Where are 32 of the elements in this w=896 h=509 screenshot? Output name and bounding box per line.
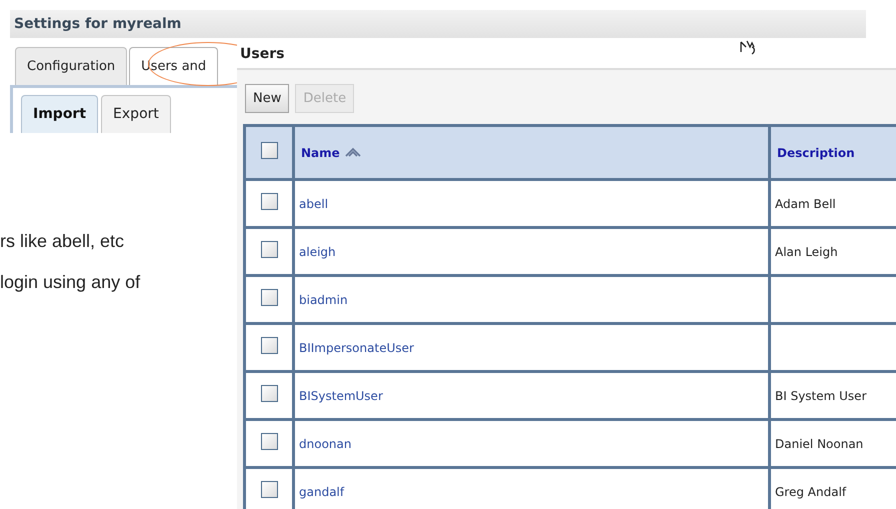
table-cell: Alan Leigh bbox=[775, 244, 838, 258]
checkbox[interactable] bbox=[260, 480, 278, 498]
checkbox[interactable] bbox=[260, 142, 278, 158]
checkbox[interactable] bbox=[260, 240, 278, 258]
body-text: rs like abell, etc bbox=[0, 230, 124, 253]
tab[interactable]: Configuration bbox=[15, 47, 128, 85]
user-link[interactable]: BIImpersonateUser bbox=[299, 340, 414, 354]
settings-title: Settings for myrealm bbox=[10, 10, 866, 38]
toolbar-button[interactable]: New bbox=[245, 84, 290, 113]
user-link[interactable]: aleigh bbox=[299, 244, 336, 258]
user-link[interactable]: biadmin bbox=[299, 292, 348, 306]
panel-title: Users bbox=[240, 44, 284, 64]
table-cell: Greg Andalf bbox=[775, 484, 846, 498]
user-link[interactable]: dnoonan bbox=[299, 436, 352, 450]
cursor-icon bbox=[740, 40, 758, 56]
checkbox[interactable] bbox=[260, 288, 278, 306]
user-link[interactable]: gandalf bbox=[299, 484, 344, 498]
table-cell: Adam Bell bbox=[775, 196, 836, 210]
column-header[interactable]: Description bbox=[777, 146, 855, 160]
checkbox[interactable] bbox=[260, 336, 278, 354]
subtab[interactable]: Export bbox=[101, 95, 171, 133]
sort-ascending-icon[interactable] bbox=[344, 147, 362, 158]
user-link[interactable]: BISystemUser bbox=[299, 388, 383, 402]
table-cell: Daniel Noonan bbox=[775, 436, 864, 450]
subtab[interactable]: Import bbox=[21, 95, 98, 133]
user-link[interactable]: abell bbox=[299, 196, 328, 210]
checkbox[interactable] bbox=[260, 384, 278, 402]
checkbox[interactable] bbox=[260, 432, 278, 450]
table-cell: BI System User bbox=[775, 388, 866, 402]
column-header[interactable]: Name bbox=[301, 144, 340, 162]
body-text: login using any of bbox=[0, 271, 140, 294]
checkbox[interactable] bbox=[260, 192, 278, 210]
